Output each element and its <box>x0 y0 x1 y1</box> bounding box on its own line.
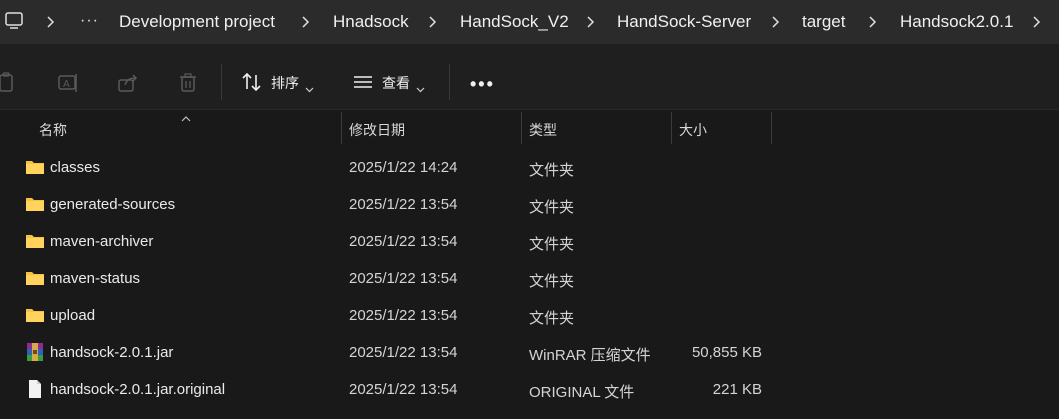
delete-icon[interactable] <box>177 72 199 94</box>
svg-text:A: A <box>63 79 70 90</box>
breadcrumb-item[interactable]: HandSock_V2 <box>460 12 569 32</box>
more-options-button[interactable]: ••• <box>470 74 495 95</box>
chevron-down-icon <box>416 80 425 93</box>
file-date: 2025/1/22 13:54 <box>349 196 458 213</box>
file-date: 2025/1/22 13:54 <box>349 344 458 361</box>
folder-icon <box>25 305 45 325</box>
file-type: 文件夹 <box>529 236 575 253</box>
toolbar-divider <box>221 64 222 100</box>
sort-button[interactable]: 排序 <box>241 70 314 96</box>
file-date: 2025/1/22 14:24 <box>349 159 458 176</box>
share-icon[interactable] <box>117 72 139 94</box>
file-type: 文件夹 <box>529 273 575 290</box>
file-row[interactable]: handsock-2.0.1.jar.original 2025/1/22 13… <box>0 371 1059 408</box>
toolbar-divider <box>449 64 450 100</box>
file-name: classes <box>50 159 101 176</box>
file-name: generated-sources <box>50 196 176 213</box>
file-type: 文件夹 <box>529 199 575 216</box>
file-type: 文件夹 <box>529 310 575 327</box>
file-row[interactable]: upload 2025/1/22 13:54 文件夹 <box>0 297 1059 334</box>
sort-icon <box>241 71 263 96</box>
file-date: 2025/1/22 13:54 <box>349 381 458 398</box>
breadcrumb-item-current[interactable]: Handsock2.0.1 <box>900 12 1013 32</box>
command-bar: A 排序 查看 ••• <box>0 44 1059 110</box>
column-header: 名称 修改日期 类型 大小 <box>0 110 1059 146</box>
file-row[interactable]: maven-archiver 2025/1/22 13:54 文件夹 <box>0 223 1059 260</box>
column-resize-handle[interactable] <box>671 112 672 144</box>
view-button[interactable]: 查看 <box>352 70 425 96</box>
column-date-header[interactable]: 修改日期 <box>349 110 405 146</box>
breadcrumb-item[interactable]: Development project <box>119 12 275 32</box>
folder-icon <box>25 231 45 251</box>
file-row[interactable]: maven-status 2025/1/22 13:54 文件夹 <box>0 260 1059 297</box>
file-type: 文件夹 <box>529 162 575 179</box>
file-size: 221 KB <box>712 381 762 398</box>
file-row[interactable]: classes 2025/1/22 14:24 文件夹 <box>0 149 1059 186</box>
column-resize-handle[interactable] <box>771 112 772 144</box>
column-name-header[interactable]: 名称 <box>39 110 67 146</box>
folder-icon <box>25 268 45 288</box>
sort-label: 排序 <box>271 75 299 91</box>
breadcrumb-item[interactable]: Hnadsock <box>333 12 409 32</box>
sort-ascending-icon <box>180 110 192 122</box>
chevron-right-icon[interactable] <box>770 13 782 31</box>
view-icon <box>352 71 374 96</box>
chevron-right-icon[interactable] <box>1031 13 1043 31</box>
breadcrumb-item[interactable]: HandSock-Server <box>617 12 751 32</box>
column-resize-handle[interactable] <box>521 112 522 144</box>
chevron-right-icon[interactable] <box>300 13 312 31</box>
chevron-right-icon[interactable] <box>585 13 597 31</box>
chevron-down-icon <box>305 80 314 93</box>
folder-icon <box>25 194 45 214</box>
file-icon <box>25 379 45 399</box>
file-row[interactable]: generated-sources 2025/1/22 13:54 文件夹 <box>0 186 1059 223</box>
file-name: handsock-2.0.1.jar.original <box>50 381 226 398</box>
file-type: WinRAR 压缩文件 <box>529 347 651 364</box>
file-name: upload <box>50 307 96 324</box>
chevron-right-icon[interactable] <box>427 13 439 31</box>
file-row[interactable]: handsock-2.0.1.jar 2025/1/22 13:54 WinRA… <box>0 334 1059 371</box>
breadcrumb-overflow-button[interactable]: ··· <box>80 12 99 30</box>
rename-icon[interactable]: A <box>57 72 79 94</box>
view-label: 查看 <box>382 75 410 91</box>
column-type-header[interactable]: 类型 <box>529 110 557 146</box>
computer-icon[interactable] <box>4 11 24 31</box>
file-name: maven-archiver <box>50 233 154 250</box>
file-date: 2025/1/22 13:54 <box>349 233 458 250</box>
breadcrumb-item[interactable]: target <box>802 12 845 32</box>
file-name: handsock-2.0.1.jar <box>50 344 174 361</box>
chevron-right-icon[interactable] <box>45 13 57 31</box>
file-date: 2025/1/22 13:54 <box>349 307 458 324</box>
winrar-archive-icon <box>25 342 45 362</box>
file-size: 50,855 KB <box>691 344 762 361</box>
file-date: 2025/1/22 13:54 <box>349 270 458 287</box>
folder-icon <box>25 157 45 177</box>
file-name: maven-status <box>50 270 141 287</box>
chevron-right-icon[interactable] <box>867 13 879 31</box>
column-resize-handle[interactable] <box>341 112 342 144</box>
file-type: ORIGINAL 文件 <box>529 384 635 401</box>
copy-icon[interactable] <box>0 72 18 94</box>
address-bar: ··· Development project Hnadsock HandSoc… <box>0 0 1059 44</box>
column-size-header[interactable]: 大小 <box>679 110 707 146</box>
